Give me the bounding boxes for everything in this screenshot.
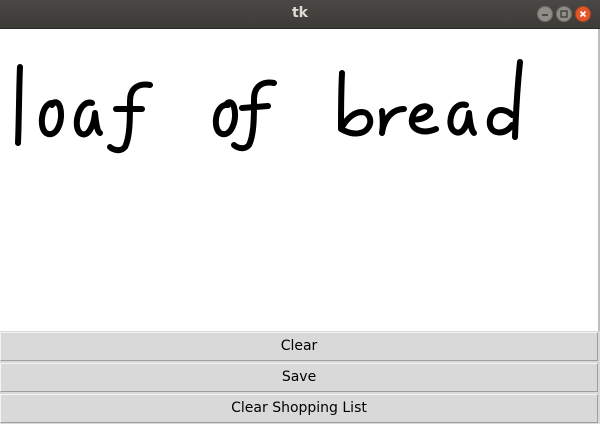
- stroke-d-bowl: [486, 107, 515, 136]
- title-bar[interactable]: tk: [0, 0, 600, 29]
- stroke-o2: [212, 99, 238, 138]
- stroke-f2: [231, 79, 277, 152]
- clear-button[interactable]: Clear: [0, 332, 598, 361]
- stroke-e: [408, 103, 439, 135]
- drawing-canvas[interactable]: [0, 29, 600, 331]
- save-button[interactable]: Save: [0, 363, 598, 392]
- minimize-icon[interactable]: [537, 6, 553, 22]
- clear-shopping-list-button[interactable]: Clear Shopping List: [0, 394, 598, 423]
- window-title: tk: [291, 5, 308, 21]
- stroke-o: [38, 99, 64, 138]
- app-window: tk Clear Save Clear Shopping List: [0, 0, 600, 424]
- stroke-d-stem: [512, 59, 523, 140]
- stroke-a: [73, 99, 103, 138]
- close-icon[interactable]: [575, 6, 591, 22]
- stroke-l: [15, 64, 23, 146]
- maximize-icon[interactable]: [556, 6, 572, 22]
- handwriting-drawing: [15, 59, 523, 154]
- stroke-f2-bar: [239, 103, 271, 111]
- stroke-f: [107, 81, 153, 154]
- stroke-r: [379, 106, 407, 136]
- stroke-a2: [447, 101, 477, 136]
- stroke-b: [338, 70, 374, 137]
